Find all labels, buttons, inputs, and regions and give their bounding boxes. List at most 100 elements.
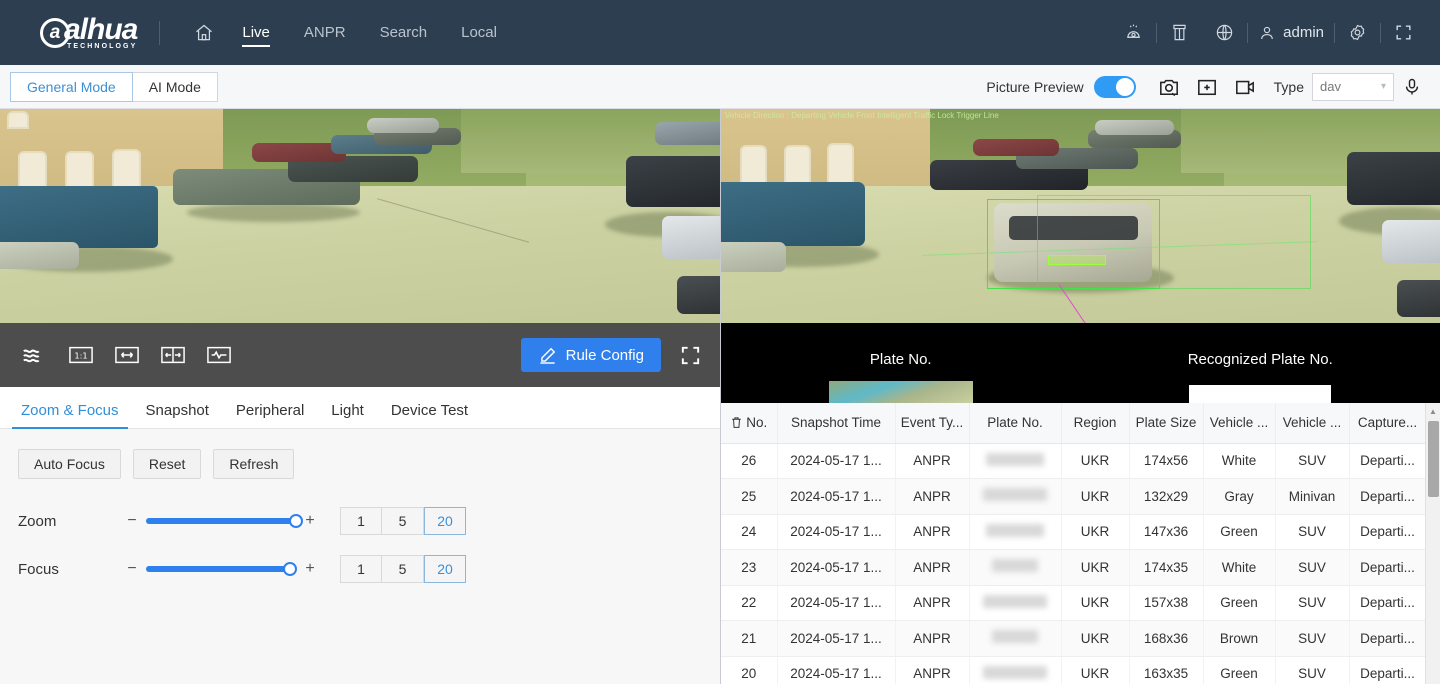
column-header-event-type[interactable]: Event Ty... xyxy=(895,403,970,444)
cell-region: UKR xyxy=(1061,620,1130,657)
split-icon[interactable] xyxy=(150,335,196,375)
microphone-icon[interactable] xyxy=(1394,77,1430,97)
column-header-plate-size[interactable]: Plate Size xyxy=(1129,403,1204,444)
tab-peripheral[interactable]: Peripheral xyxy=(227,402,313,428)
zoom-slider-row: Zoom − + 1 5 20 xyxy=(18,507,720,535)
tab-zoom-focus[interactable]: Zoom & Focus xyxy=(12,402,128,429)
column-header-capture[interactable]: Capture... xyxy=(1349,403,1427,444)
window-adjust-icon[interactable] xyxy=(104,335,150,375)
cell-region: UKR xyxy=(1061,514,1130,550)
column-label-no: No. xyxy=(746,415,768,431)
license-plate-box xyxy=(1048,254,1106,266)
cell-plate-no xyxy=(969,656,1062,684)
cell-vehicle-color: Brown xyxy=(1203,620,1276,657)
scroll-up-icon[interactable]: ▲ xyxy=(1426,403,1440,419)
video-fullscreen-icon[interactable] xyxy=(679,344,702,367)
live-video-left[interactable] xyxy=(0,109,720,323)
focus-decrease-button[interactable]: − xyxy=(124,560,140,578)
tab-device-test[interactable]: Device Test xyxy=(382,402,477,428)
plate-preview-image[interactable] xyxy=(828,381,973,403)
type-select[interactable]: dav ▾ xyxy=(1312,72,1394,101)
left-pane: 1:1 Rule Config Zoom & Focus Snapshot Pe… xyxy=(0,109,720,684)
table-row[interactable]: 23 2024-05-17 1... ANPR UKR 174x35 White… xyxy=(721,549,1427,586)
picture-preview-toggle[interactable] xyxy=(1093,75,1136,98)
auto-focus-button[interactable]: Auto Focus xyxy=(18,449,121,479)
zoom-increase-button[interactable]: + xyxy=(302,512,318,530)
table-row[interactable]: 24 2024-05-17 1... ANPR UKR 147x36 Green… xyxy=(721,514,1427,550)
anpr-video-right[interactable]: Vehicle Direction : Departing Vehicle Fr… xyxy=(721,109,1440,323)
cell-plate-no xyxy=(969,549,1062,586)
cell-vehicle-color: Gray xyxy=(1203,478,1276,515)
anpr-records-table-wrap: No. Snapshot Time Event Ty... Plate No. … xyxy=(721,403,1440,684)
cell-capture: Departi... xyxy=(1349,514,1427,550)
focus-step-1[interactable]: 1 xyxy=(340,555,382,583)
cell-region: UKR xyxy=(1061,656,1130,684)
zoom-step-1[interactable]: 1 xyxy=(340,507,382,535)
rule-config-button[interactable]: Rule Config xyxy=(520,338,661,372)
cell-event-type: ANPR xyxy=(895,585,970,621)
video-toolbar: 1:1 Rule Config xyxy=(0,323,720,387)
zoom-label: Zoom xyxy=(18,512,57,530)
plate-preview-column: Plate No. xyxy=(721,323,1081,403)
focus-increase-button[interactable]: + xyxy=(302,560,318,578)
fullscreen-icon[interactable] xyxy=(1381,23,1426,42)
record-video-icon[interactable] xyxy=(1226,77,1264,97)
snapshot-icon[interactable] xyxy=(1150,77,1188,97)
focus-step-20[interactable]: 20 xyxy=(424,555,466,583)
mode-tab-ai[interactable]: AI Mode xyxy=(132,71,218,102)
cell-no: 25 xyxy=(721,478,778,515)
cell-capture: Departi... xyxy=(1349,585,1427,621)
table-row[interactable]: 25 2024-05-17 1... ANPR UKR 132x29 Gray … xyxy=(721,478,1427,515)
column-header-region[interactable]: Region xyxy=(1061,403,1130,444)
alarm-icon[interactable] xyxy=(1111,23,1156,42)
column-header-vehicle-color[interactable]: Vehicle ... xyxy=(1203,403,1276,444)
nav-item-search[interactable]: Search xyxy=(364,16,444,49)
gear-icon[interactable] xyxy=(1335,23,1380,42)
one-to-one-icon[interactable]: 1:1 xyxy=(58,335,104,375)
nav-item-live[interactable]: Live xyxy=(226,16,286,49)
recognized-plate-title: Recognized Plate No. xyxy=(1187,351,1333,368)
column-header-snapshot-time[interactable]: Snapshot Time xyxy=(777,403,896,444)
zoom-step-20[interactable]: 20 xyxy=(424,507,466,535)
gift-icon[interactable] xyxy=(1157,23,1202,42)
focus-step-5[interactable]: 5 xyxy=(382,555,424,583)
recognized-plate-image[interactable] xyxy=(1189,385,1332,403)
reset-button[interactable]: Reset xyxy=(132,449,202,479)
user-account-button[interactable]: admin xyxy=(1248,24,1334,42)
nav-item-local[interactable]: Local xyxy=(445,16,513,49)
tab-light[interactable]: Light xyxy=(322,402,373,428)
refresh-button[interactable]: Refresh xyxy=(213,449,295,479)
globe-icon[interactable] xyxy=(1202,23,1247,42)
focus-slider[interactable] xyxy=(146,562,297,576)
column-header-plate-no[interactable]: Plate No. xyxy=(969,403,1062,444)
plate-preview-strip: Plate No. Recognized Plate No. xyxy=(721,323,1440,403)
scrollbar-thumb[interactable] xyxy=(1428,421,1439,497)
trash-icon[interactable] xyxy=(730,416,743,429)
column-header-vehicle-type[interactable]: Vehicle ... xyxy=(1275,403,1350,444)
table-scrollbar[interactable]: ▲ xyxy=(1425,403,1440,684)
nav-item-anpr[interactable]: ANPR xyxy=(288,16,362,49)
add-frame-icon[interactable] xyxy=(1188,77,1226,97)
table-row[interactable]: 26 2024-05-17 1... ANPR UKR 174x56 White… xyxy=(721,443,1427,479)
table-row[interactable]: 20 2024-05-17 1... ANPR UKR 163x35 Green… xyxy=(721,656,1427,684)
column-header-no[interactable]: No. xyxy=(721,403,778,444)
fluency-icon[interactable] xyxy=(12,335,58,375)
cell-event-type: ANPR xyxy=(895,620,970,657)
zoom-step-5[interactable]: 5 xyxy=(382,507,424,535)
zoom-slider[interactable] xyxy=(146,514,303,528)
zoom-decrease-button[interactable]: − xyxy=(124,512,140,530)
logo-tagline: TECHNOLOGY xyxy=(66,43,138,50)
mode-tab-general[interactable]: General Mode xyxy=(10,71,133,102)
cell-no: 26 xyxy=(721,443,778,479)
table-row[interactable]: 22 2024-05-17 1... ANPR UKR 157x38 Green… xyxy=(721,585,1427,621)
cell-vehicle-color: Green xyxy=(1203,585,1276,621)
chevron-down-icon: ▾ xyxy=(1380,81,1386,92)
tab-snapshot[interactable]: Snapshot xyxy=(137,402,218,428)
table-row[interactable]: 21 2024-05-17 1... ANPR UKR 168x36 Brown… xyxy=(721,620,1427,657)
cell-vehicle-type: SUV xyxy=(1275,514,1350,550)
home-icon[interactable] xyxy=(182,17,226,49)
cell-plate-size: 163x35 xyxy=(1129,656,1204,684)
preview-controls: Picture Preview Type dav ▾ xyxy=(986,72,1430,101)
user-icon xyxy=(1258,24,1276,42)
waveform-icon[interactable] xyxy=(196,335,242,375)
